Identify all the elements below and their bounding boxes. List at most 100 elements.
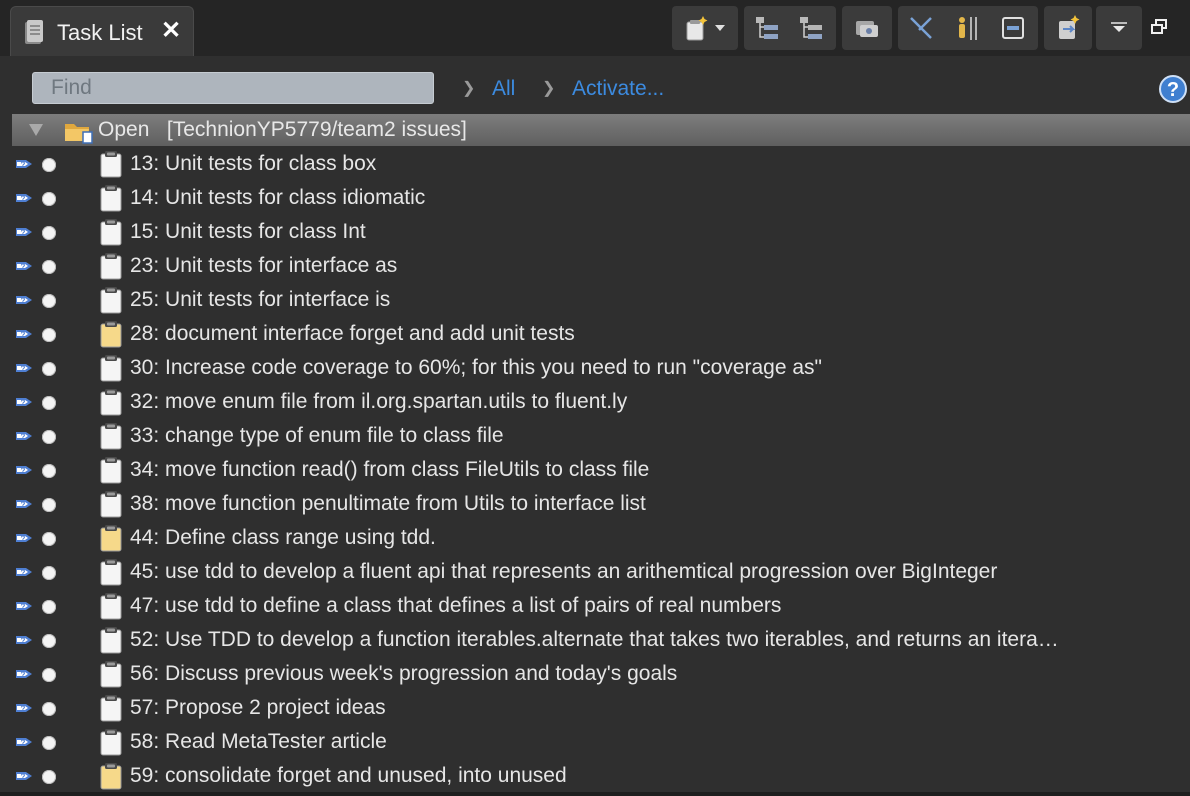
task-category-row[interactable]: Open [TechnionYP5779/team2 issues] xyxy=(12,114,1190,146)
svg-text:?: ? xyxy=(21,501,26,510)
view-tab-strip: Task List ✕ xyxy=(0,0,1190,56)
activate-task-icon[interactable] xyxy=(42,464,56,478)
activate-task-icon[interactable] xyxy=(42,634,56,648)
activate-task-icon[interactable] xyxy=(42,770,56,784)
svg-text:?: ? xyxy=(21,467,26,476)
restore-window-icon[interactable] xyxy=(1150,18,1168,41)
incoming-changes-icon[interactable]: ? xyxy=(14,258,38,279)
incoming-changes-icon[interactable]: ? xyxy=(14,564,38,585)
link-with-editor-icon[interactable] xyxy=(1047,6,1089,50)
incoming-changes-icon[interactable]: ? xyxy=(14,428,38,449)
svg-text:?: ? xyxy=(21,433,26,442)
activate-link[interactable]: Activate... xyxy=(572,77,664,101)
collapse-all-icon[interactable] xyxy=(992,6,1034,50)
presentation-group xyxy=(744,6,836,50)
presentation-icon[interactable] xyxy=(946,6,988,50)
activate-task-icon[interactable] xyxy=(42,192,56,206)
incoming-changes-icon[interactable]: ? xyxy=(14,496,38,517)
task-label: 13: Unit tests for class box xyxy=(130,152,377,175)
incoming-changes-icon[interactable]: ? xyxy=(14,632,38,653)
task-row[interactable]: ? 47: use tdd to define a class that defi… xyxy=(12,589,1190,623)
task-row[interactable]: ? 28: document interface forget and add u… xyxy=(12,317,1190,351)
task-icon xyxy=(99,252,123,285)
task-row[interactable]: ? 13: Unit tests for class box xyxy=(12,147,1190,181)
filter-group xyxy=(898,6,1038,50)
chevron-right-icon: ❯ xyxy=(462,80,476,97)
task-row[interactable]: ? 25: Unit tests for interface is xyxy=(12,283,1190,317)
dropdown-arrow-icon[interactable] xyxy=(706,6,734,50)
task-row[interactable]: ? 30: Increase code coverage to 60%; for … xyxy=(12,351,1190,385)
task-row[interactable]: ? 38: move function penultimate from Util… xyxy=(12,487,1190,521)
task-row[interactable]: ? 56: Discuss previous week's progression… xyxy=(12,657,1190,691)
task-row[interactable]: ? 59: consolidate forget and unused, into… xyxy=(12,759,1190,793)
incoming-changes-icon[interactable]: ? xyxy=(14,190,38,211)
task-row[interactable]: ? 44: Define class range using tdd. xyxy=(12,521,1190,555)
svg-text:?: ? xyxy=(21,705,26,714)
all-link[interactable]: All xyxy=(492,77,515,101)
task-label: 30: Increase code coverage to 60%; for t… xyxy=(130,356,822,379)
svg-text:?: ? xyxy=(21,637,26,646)
incoming-changes-icon[interactable]: ? xyxy=(14,224,38,245)
task-row[interactable]: ? 58: Read MetaTester article xyxy=(12,725,1190,759)
activate-task-icon[interactable] xyxy=(42,702,56,716)
scheduled-icon[interactable] xyxy=(790,6,832,50)
activate-task-icon[interactable] xyxy=(42,396,56,410)
activate-task-icon[interactable] xyxy=(42,226,56,240)
svg-text:?: ? xyxy=(21,331,26,340)
incoming-changes-icon[interactable]: ? xyxy=(14,598,38,619)
activate-task-icon[interactable] xyxy=(42,328,56,342)
activate-task-icon[interactable] xyxy=(42,158,56,172)
activate-task-icon[interactable] xyxy=(42,600,56,614)
help-icon[interactable]: ? xyxy=(1158,74,1188,109)
incoming-changes-icon[interactable]: ? xyxy=(14,326,38,347)
incoming-changes-icon[interactable]: ? xyxy=(14,360,38,381)
task-icon xyxy=(99,354,123,387)
activate-task-icon[interactable] xyxy=(42,294,56,308)
incoming-changes-icon[interactable]: ? xyxy=(14,530,38,551)
activate-task-icon[interactable] xyxy=(42,736,56,750)
task-row[interactable]: ? 34: move function read() from class Fil… xyxy=(12,453,1190,487)
focus-on-workweek-icon[interactable] xyxy=(900,6,942,50)
task-label: 45: use tdd to develop a fluent api that… xyxy=(130,560,998,583)
task-list-tab[interactable]: Task List ✕ xyxy=(10,6,194,56)
incoming-changes-icon[interactable]: ? xyxy=(14,156,38,177)
tab-title: Task List xyxy=(57,20,143,45)
task-label: 57: Propose 2 project ideas xyxy=(130,696,386,719)
activate-task-icon[interactable] xyxy=(42,362,56,376)
incoming-changes-icon[interactable]: ? xyxy=(14,700,38,721)
svg-text:?: ? xyxy=(21,603,26,612)
activate-task-icon[interactable] xyxy=(42,260,56,274)
filter-bar: ❯ All ❯ Activate... ? xyxy=(10,66,1190,112)
activate-task-icon[interactable] xyxy=(42,566,56,580)
close-icon[interactable]: ✕ xyxy=(161,19,181,43)
task-row[interactable]: ? 57: Propose 2 project ideas xyxy=(12,691,1190,725)
incoming-changes-icon[interactable]: ? xyxy=(14,666,38,687)
task-row[interactable]: ? 45: use tdd to develop a fluent api tha… xyxy=(12,555,1190,589)
task-row[interactable]: ? 14: Unit tests for class idiomatic xyxy=(12,181,1190,215)
incoming-changes-icon[interactable]: ? xyxy=(14,734,38,755)
task-label: 59: consolidate forget and unused, into … xyxy=(130,764,567,787)
find-input[interactable] xyxy=(32,72,434,104)
task-icon xyxy=(99,286,123,319)
activate-task-icon[interactable] xyxy=(42,532,56,546)
incoming-changes-icon[interactable]: ? xyxy=(14,292,38,313)
incoming-changes-icon[interactable]: ? xyxy=(14,768,38,789)
task-row[interactable]: ? 33: change type of enum file to class f… xyxy=(12,419,1190,453)
chevron-down-icon[interactable] xyxy=(28,123,44,142)
activate-task-icon[interactable] xyxy=(42,430,56,444)
activate-task-icon[interactable] xyxy=(42,668,56,682)
task-icon xyxy=(99,592,123,625)
incoming-changes-icon[interactable]: ? xyxy=(14,462,38,483)
categorized-icon[interactable] xyxy=(746,6,788,50)
task-row[interactable]: ? 15: Unit tests for class Int xyxy=(12,215,1190,249)
synchronize-icon[interactable] xyxy=(846,6,888,50)
activate-task-icon[interactable] xyxy=(42,498,56,512)
task-row[interactable]: ? 52: Use TDD to develop a function itera… xyxy=(12,623,1190,657)
view-menu-group xyxy=(1096,6,1142,50)
view-menu-icon[interactable] xyxy=(1098,6,1140,50)
task-icon xyxy=(99,490,123,523)
task-row[interactable]: ? 32: move enum file from il.org.spartan.… xyxy=(12,385,1190,419)
task-row[interactable]: ? 23: Unit tests for interface as xyxy=(12,249,1190,283)
incoming-changes-icon[interactable]: ? xyxy=(14,394,38,415)
task-label: 34: move function read() from class File… xyxy=(130,458,650,481)
